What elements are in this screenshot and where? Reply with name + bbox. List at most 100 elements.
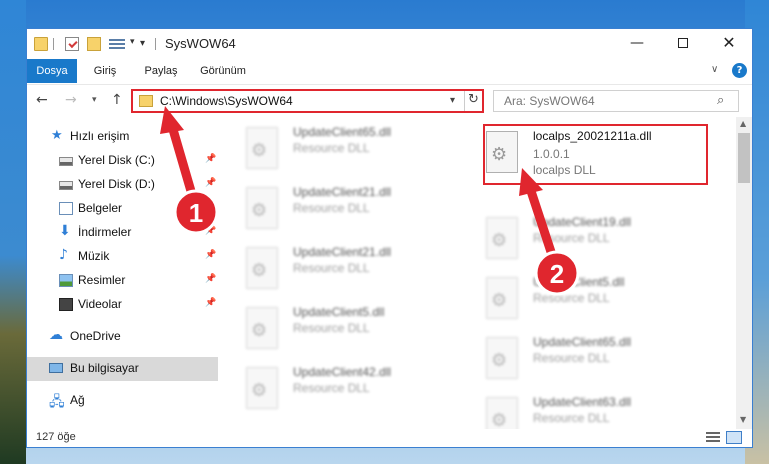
scroll-up-icon[interactable]: ▲: [740, 119, 746, 128]
pin-icon[interactable]: 📌: [205, 250, 216, 260]
file-item[interactable]: UpdateClient5.dll Resource DLL: [218, 305, 458, 361]
sidebar-item-documents[interactable]: Belgeler 📌: [27, 197, 218, 221]
tab-home[interactable]: Giriş: [85, 59, 125, 83]
tab-file[interactable]: Dosya: [27, 59, 77, 83]
file-item[interactable]: UpdateClient42.dll Resource DLL: [218, 365, 458, 421]
chevron-down-icon[interactable]: ▾: [450, 95, 455, 106]
folder-icon: [34, 37, 48, 51]
ribbon-tabs: Dosya Giriş Paylaş Görünüm ∨ ?: [27, 59, 752, 83]
sidebar-item-pictures[interactable]: Resimler 📌: [27, 269, 218, 293]
chevron-down-icon[interactable]: ▾: [130, 37, 135, 47]
search-icon[interactable]: ⌕: [717, 93, 724, 108]
back-arrow-icon[interactable]: ←: [36, 92, 48, 108]
dll-file-icon: [246, 127, 278, 169]
tab-share[interactable]: Paylaş: [139, 59, 183, 83]
sidebar-item-music[interactable]: ♪ Müzik 📌: [27, 245, 218, 269]
tab-view[interactable]: Görünüm: [194, 59, 252, 83]
sidebar-item-videos[interactable]: Videolar 📌: [27, 293, 218, 317]
search-input[interactable]: Ara: SysWOW64 ⌕: [493, 90, 739, 112]
dll-file-icon: [246, 247, 278, 289]
file-type: Resource DLL: [533, 351, 610, 365]
new-folder-icon[interactable]: [87, 37, 101, 51]
sidebar-item-label: Belgeler: [78, 201, 123, 215]
sidebar-item-label: İndirmeler: [78, 225, 132, 239]
dll-file-icon: [486, 277, 518, 319]
customize-toolbar-icon[interactable]: ▾: [140, 38, 145, 49]
window-title: SysWOW64: [165, 36, 236, 51]
help-icon[interactable]: ?: [732, 63, 747, 78]
pin-icon[interactable]: 📌: [205, 298, 216, 308]
file-item[interactable]: UpdateClient21.dll Resource DLL: [218, 185, 458, 241]
sidebar-item-this-pc[interactable]: Bu bilgisayar: [27, 357, 218, 381]
pin-icon[interactable]: 📌: [205, 202, 216, 212]
forward-arrow-icon[interactable]: →: [65, 92, 77, 108]
file-type: Resource DLL: [293, 141, 370, 155]
pin-icon[interactable]: 📌: [205, 226, 216, 236]
pin-icon[interactable]: 📌: [205, 178, 216, 188]
file-item[interactable]: UpdateClient19.dll Resource DLL: [458, 215, 698, 271]
vertical-scrollbar[interactable]: ▲ ▼: [736, 117, 752, 429]
refresh-icon[interactable]: ↻: [468, 92, 479, 107]
documents-icon: [59, 202, 73, 215]
sidebar-item-label: Videolar: [78, 297, 122, 311]
file-item[interactable]: UpdateClient65.dll Resource DLL: [458, 335, 698, 391]
sidebar-item-network[interactable]: 🖧 Ağ: [27, 389, 218, 413]
file-type: Resource DLL: [533, 411, 610, 425]
sidebar-item-downloads[interactable]: ⬇ İndirmeler 📌: [27, 221, 218, 245]
file-name: UpdateClient19.dll: [533, 215, 632, 229]
drive-icon: [59, 157, 73, 166]
properties-icon[interactable]: [65, 37, 79, 51]
pin-icon[interactable]: 📌: [205, 274, 216, 284]
onedrive-icon: ☁: [49, 327, 63, 343]
navigation-pane: ★ Hızlı erişim Yerel Disk (C:) 📌 Yerel D…: [27, 117, 218, 429]
file-item[interactable]: UpdateClient65.dll Resource DLL: [218, 125, 458, 181]
scroll-thumb[interactable]: [738, 133, 750, 183]
file-type: Resource DLL: [293, 381, 370, 395]
quick-access-separator: [53, 38, 54, 50]
dll-file-icon: [246, 187, 278, 229]
scroll-down-icon[interactable]: ▼: [740, 415, 746, 424]
file-type: Resource DLL: [533, 231, 610, 245]
view-toggle-icon[interactable]: [109, 37, 125, 51]
file-type: Resource DLL: [293, 321, 370, 335]
item-count: 127 öğe: [36, 431, 76, 443]
dll-file-icon: [486, 217, 518, 259]
address-path[interactable]: C:\Windows\SysWOW64: [160, 94, 293, 108]
sidebar-item-label: Müzik: [78, 249, 110, 263]
sidebar-item-label: Yerel Disk (D:): [78, 177, 155, 191]
file-item[interactable]: UpdateClient63.dll Resource DLL: [458, 395, 698, 429]
file-name: UpdateClient63.dll: [533, 395, 632, 409]
sidebar-item-label: OneDrive: [70, 329, 121, 343]
file-item[interactable]: UpdateClient5.dll Resource DLL: [458, 275, 698, 331]
drive-icon: [59, 181, 73, 190]
details-view-icon[interactable]: [706, 432, 720, 443]
pictures-icon: [59, 274, 73, 287]
sidebar-item-onedrive[interactable]: ☁ OneDrive: [27, 325, 218, 349]
file-name: UpdateClient21.dll: [293, 185, 392, 199]
file-type: Resource DLL: [293, 201, 370, 215]
maximize-button[interactable]: [660, 29, 706, 59]
music-icon: ♪: [59, 247, 68, 263]
pin-icon[interactable]: 📌: [205, 154, 216, 164]
search-placeholder: Ara: SysWOW64: [504, 94, 595, 108]
maximize-icon: [678, 38, 688, 48]
file-item[interactable]: UpdateClient21.dll Resource DLL: [218, 245, 458, 301]
sidebar-item-quick-access[interactable]: ★ Hızlı erişim: [27, 125, 218, 149]
recent-locations-icon[interactable]: ▾: [92, 95, 97, 105]
sidebar-item-local-disk-c[interactable]: Yerel Disk (C:) 📌: [27, 149, 218, 173]
address-bar[interactable]: C:\Windows\SysWOW64 ▾ ↻: [131, 89, 484, 113]
sidebar-item-label: Ağ: [70, 393, 85, 407]
file-name: UpdateClient5.dll: [533, 275, 625, 289]
large-icons-view-icon[interactable]: [726, 431, 742, 444]
expand-ribbon-icon[interactable]: ∨: [711, 64, 718, 75]
dll-file-icon: [486, 397, 518, 429]
downloads-icon: ⬇: [59, 223, 71, 239]
sidebar-item-local-disk-d[interactable]: Yerel Disk (D:) 📌: [27, 173, 218, 197]
title-bar: ▾ ▾ SysWOW64 — ✕: [27, 29, 752, 59]
sidebar-item-label: Resimler: [78, 273, 126, 287]
file-name: UpdateClient21.dll: [293, 245, 392, 259]
up-arrow-icon[interactable]: ↑: [111, 92, 123, 108]
videos-icon: [59, 298, 73, 311]
minimize-button[interactable]: —: [614, 29, 660, 59]
close-button[interactable]: ✕: [706, 29, 752, 59]
